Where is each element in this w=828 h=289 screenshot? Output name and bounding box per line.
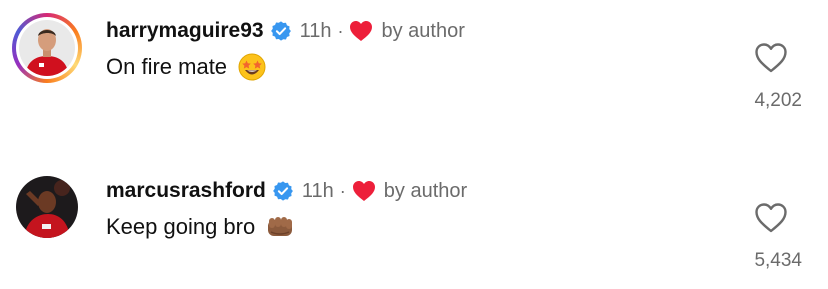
comment-body: On fire mate	[106, 54, 228, 79]
avatar[interactable]	[19, 20, 75, 76]
username-link[interactable]: harrymaguire93	[106, 19, 264, 43]
heart-filled-icon	[349, 20, 373, 42]
avatar[interactable]	[16, 176, 78, 238]
username-link[interactable]: marcusrashford	[106, 179, 266, 203]
like-heart-icon[interactable]	[754, 42, 788, 74]
comment-text: Keep going bro	[106, 210, 295, 244]
comment-item: harrymaguire93 11h · by author On fire m…	[0, 10, 828, 120]
like-count[interactable]: 4,202	[754, 90, 802, 112]
star-struck-emoji-icon	[237, 52, 267, 82]
verified-badge-icon	[270, 20, 292, 42]
oncoming-fist-emoji-icon	[265, 212, 295, 242]
heart-filled-icon	[352, 180, 376, 202]
separator-dot: ·	[339, 180, 346, 201]
avatar-story-ring[interactable]	[12, 13, 82, 83]
comment-meta: harrymaguire93 11h · by author	[106, 16, 465, 46]
liked-by-author-label: by author	[381, 19, 465, 42]
timestamp[interactable]: 11h	[300, 20, 332, 43]
avatar-photo	[16, 176, 78, 238]
like-heart-icon[interactable]	[754, 202, 788, 234]
comment-body: Keep going bro	[106, 214, 256, 239]
comment-item: marcusrashford 11h · by author Keep goin…	[0, 170, 828, 280]
comment-text: On fire mate	[106, 50, 267, 84]
separator-dot: ·	[337, 20, 344, 41]
liked-by-author-label: by author	[383, 179, 468, 202]
like-count[interactable]: 5,434	[754, 250, 802, 272]
avatar-container[interactable]	[12, 172, 82, 242]
timestamp[interactable]: 11h	[302, 180, 334, 203]
verified-badge-icon	[272, 180, 294, 202]
comment-meta: marcusrashford 11h · by author	[106, 176, 467, 206]
avatar-photo	[19, 20, 75, 76]
